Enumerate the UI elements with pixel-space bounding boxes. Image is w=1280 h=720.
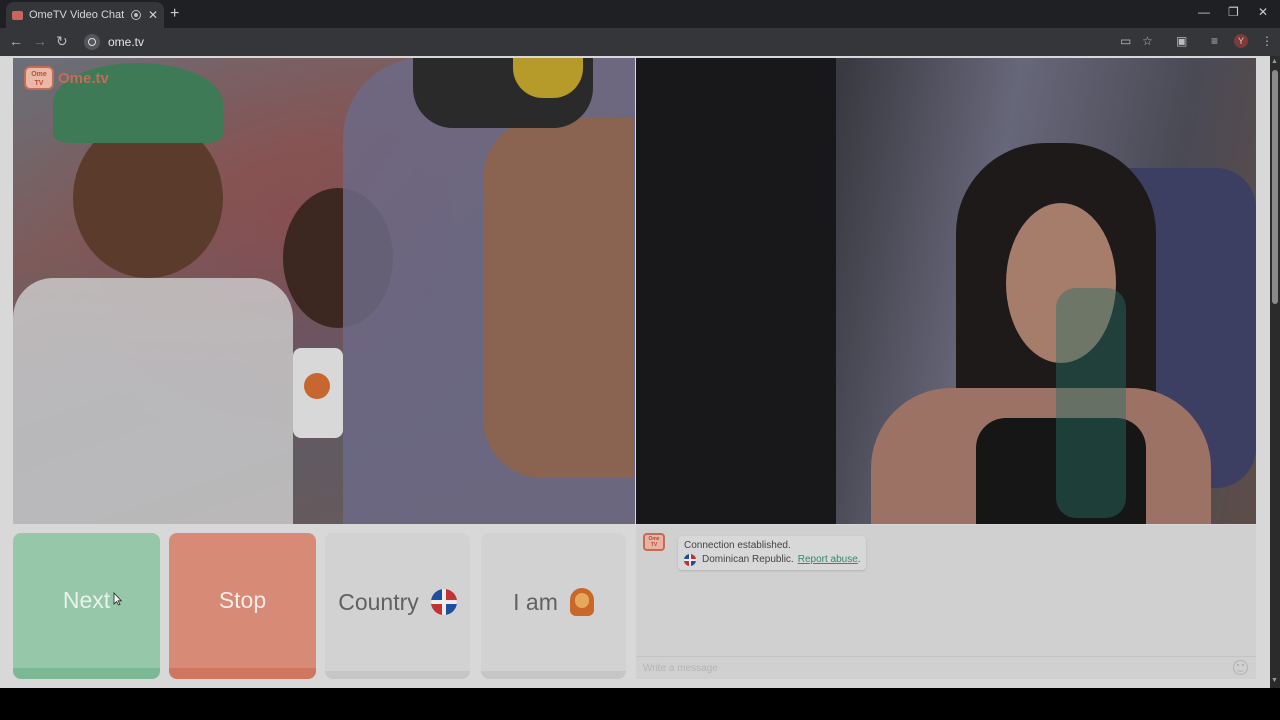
minimize-window-button[interactable]: — bbox=[1198, 5, 1210, 19]
report-abuse-link[interactable]: Report abuse bbox=[798, 553, 858, 567]
screen-bottom-bar bbox=[0, 688, 1280, 720]
partner-country: Dominican Republic. bbox=[702, 554, 794, 565]
close-window-button[interactable]: ✕ bbox=[1258, 5, 1268, 19]
ometv-favicon-icon bbox=[12, 10, 23, 20]
profile-avatar[interactable]: Y bbox=[1234, 34, 1248, 48]
tab-close-icon[interactable]: ✕ bbox=[148, 8, 158, 22]
back-arrow-icon[interactable]: ← bbox=[9, 33, 23, 49]
install-app-icon[interactable]: ▭ bbox=[1120, 34, 1131, 48]
tv-logo-icon: Ome TV bbox=[24, 66, 54, 90]
stop-button[interactable]: Stop bbox=[169, 533, 316, 679]
ometv-logo: Ome TV Ome.tv bbox=[24, 66, 109, 90]
url-text: ome.tv bbox=[108, 35, 145, 49]
reload-icon[interactable]: ↻ bbox=[56, 33, 68, 50]
smiley-icon[interactable] bbox=[1233, 660, 1248, 675]
site-info-icon[interactable] bbox=[84, 34, 100, 50]
recording-icon bbox=[130, 10, 141, 20]
scroll-down-icon[interactable]: ▼ bbox=[1271, 677, 1278, 684]
report-suffix: . bbox=[857, 554, 861, 565]
stop-button-label: Stop bbox=[218, 587, 267, 613]
system-message: Connection established. Dominican Republ… bbox=[678, 536, 866, 570]
scroll-up-icon[interactable]: ▲ bbox=[1271, 58, 1278, 65]
woman-emoji-icon bbox=[569, 588, 594, 616]
connection-status: Connection established. bbox=[684, 540, 791, 551]
media-controls-icon[interactable]: ≡ bbox=[1211, 34, 1218, 48]
new-tab-button[interactable]: + bbox=[170, 5, 179, 23]
dominican-republic-flag-icon bbox=[430, 589, 457, 615]
chat-tv-logo-icon: Ome TV bbox=[643, 533, 665, 551]
country-button[interactable]: Country bbox=[325, 533, 470, 679]
local-video bbox=[636, 58, 1256, 524]
browser-toolbar: ← → ↻ ome.tv ▭ ☆ ▣ ≡ ⋮ bbox=[0, 28, 1280, 56]
restore-window-button[interactable]: ❐ bbox=[1228, 5, 1239, 19]
forward-arrow-icon[interactable]: → bbox=[33, 33, 47, 49]
next-button[interactable]: Next bbox=[13, 533, 160, 679]
tab-title: OmeTV Video Chat — Ome bbox=[29, 9, 127, 21]
page-scrollbar[interactable]: ▲ ▼ bbox=[1270, 56, 1280, 688]
address-bar[interactable]: ome.tv bbox=[78, 31, 1113, 53]
browser-tabbar: OmeTV Video Chat — Ome ✕ + — ❐ ✕ bbox=[0, 0, 1280, 28]
extensions-icon[interactable]: ▣ bbox=[1176, 34, 1187, 48]
gender-button[interactable]: I am bbox=[481, 533, 626, 679]
dominican-republic-flag-icon bbox=[684, 554, 696, 566]
country-button-label: Country bbox=[338, 588, 419, 615]
menu-kebab-icon[interactable]: ⋮ bbox=[1261, 34, 1273, 48]
next-button-label: Next bbox=[62, 587, 111, 613]
remote-video bbox=[13, 58, 635, 524]
browser-tab[interactable]: OmeTV Video Chat — Ome ✕ bbox=[6, 2, 164, 28]
bookmark-star-icon[interactable]: ☆ bbox=[1142, 34, 1153, 48]
message-input[interactable]: Write a message bbox=[636, 656, 1256, 679]
brand-name: Ome.tv bbox=[58, 69, 109, 87]
gender-button-label: I am bbox=[513, 588, 558, 615]
message-input-placeholder: Write a message bbox=[643, 662, 718, 674]
mouse-cursor-icon bbox=[113, 592, 122, 606]
scrollbar-thumb[interactable] bbox=[1272, 70, 1278, 304]
